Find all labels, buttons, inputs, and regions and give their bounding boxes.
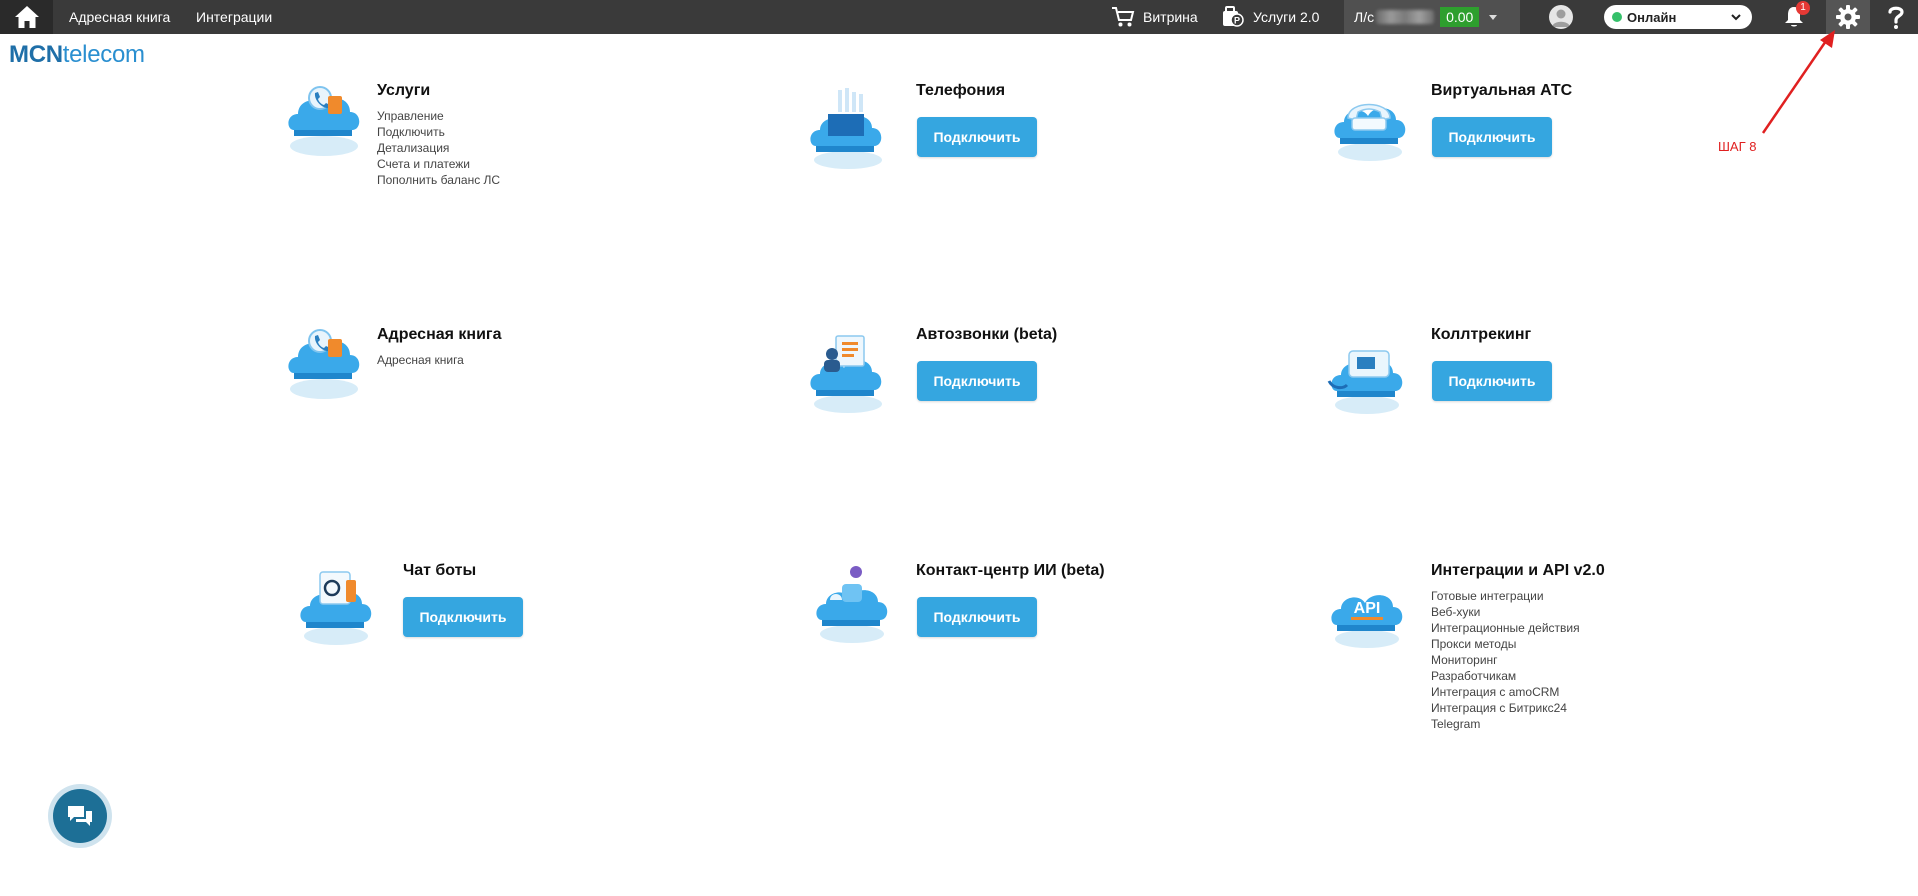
card-link-webhooks[interactable]: Веб-хуки <box>1431 604 1580 620</box>
notifications-badge: 1 <box>1796 1 1810 15</box>
account-caret-icon[interactable] <box>1489 14 1498 20</box>
svg-text:API: API <box>1354 600 1381 617</box>
connect-button-autocalls[interactable]: Подключить <box>917 361 1037 401</box>
card-link-manage[interactable]: Управление <box>377 108 500 124</box>
cloud-server-icon <box>810 88 882 169</box>
cloud-phone-icon <box>288 329 360 399</box>
card-link-connect[interactable]: Подключить <box>377 124 500 140</box>
card-links: Адресная книга <box>377 352 464 368</box>
card-link-ready-integrations[interactable]: Готовые интеграции <box>1431 588 1580 604</box>
card-link-details[interactable]: Детализация <box>377 140 500 156</box>
logo-bold-part: MCN <box>9 41 63 68</box>
card-links: Готовые интеграции Веб-хуки Интеграционн… <box>1431 588 1580 732</box>
card-link-monitoring[interactable]: Мониторинг <box>1431 652 1580 668</box>
account-label: Л/с <box>1354 9 1375 25</box>
online-status-dot <box>1612 12 1622 22</box>
top-navigation-bar: Адресная книга Интеграции Витрина P Услу… <box>0 0 1918 34</box>
card-link-amocrm[interactable]: Интеграция с amoCRM <box>1431 684 1580 700</box>
connect-button-chat-bots[interactable]: Подключить <box>403 597 523 637</box>
card-title: Услуги <box>377 82 431 99</box>
nav-integrations[interactable]: Интеграции <box>196 0 272 34</box>
account-selector[interactable]: Л/с 0.00 <box>1344 0 1520 34</box>
cloud-telephone-icon <box>1334 103 1406 161</box>
card-link-telegram[interactable]: Telegram <box>1431 716 1580 732</box>
avatar-icon <box>1552 9 1570 27</box>
cloud-chat-icon <box>300 571 372 645</box>
card-link-bitrix24[interactable]: Интеграция с Битрикс24 <box>1431 700 1580 716</box>
showcase-link[interactable]: Витрина <box>1111 0 1198 34</box>
card-link-invoices[interactable]: Счета и платежи <box>377 156 500 172</box>
services-2-link[interactable]: P Услуги 2.0 <box>1221 0 1319 34</box>
annotation-arrow <box>1761 30 1835 134</box>
support-chat-inner <box>53 789 107 843</box>
notifications-button[interactable]: 1 <box>1782 1 1810 32</box>
card-links: Управление Подключить Детализация Счета … <box>377 108 500 188</box>
card-link-developers[interactable]: Разработчикам <box>1431 668 1580 684</box>
connect-button-calltracking[interactable]: Подключить <box>1432 361 1552 401</box>
connect-button-telephony[interactable]: Подключить <box>917 117 1037 157</box>
home-button[interactable] <box>0 0 53 34</box>
svg-text:P: P <box>1234 16 1240 26</box>
card-title: Виртуальная АТС <box>1431 82 1573 99</box>
card-title: Телефония <box>916 82 1006 99</box>
gear-icon <box>1836 5 1860 29</box>
status-dropdown[interactable]: Онлайн <box>1604 5 1752 29</box>
annotation-step-label: ШАГ 8 <box>1718 139 1757 154</box>
card-title: Коллтрекинг <box>1431 326 1532 343</box>
cloud-ai-icon <box>816 566 888 643</box>
settings-button[interactable] <box>1826 0 1870 34</box>
card-link-proxy-methods[interactable]: Прокси методы <box>1431 636 1580 652</box>
chevron-down-icon <box>1731 14 1741 21</box>
cloud-phone-icon <box>288 86 360 156</box>
card-link-top-up[interactable]: Пополнить баланс ЛС <box>377 172 500 188</box>
support-chat-button[interactable] <box>48 784 112 848</box>
card-title: Контакт-центр ИИ (beta) <box>916 562 1105 579</box>
help-button[interactable] <box>1874 0 1918 34</box>
account-balance: 0.00 <box>1440 7 1480 27</box>
nav-address-book[interactable]: Адресная книга <box>69 0 170 34</box>
status-label: Онлайн <box>1627 9 1677 25</box>
card-title: Чат боты <box>403 562 477 579</box>
card-title: Интеграции и API v2.0 <box>1431 562 1605 579</box>
card-link-integration-actions[interactable]: Интеграционные действия <box>1431 620 1580 636</box>
cloud-api-icon: API <box>1331 595 1403 648</box>
chat-icon <box>68 806 92 826</box>
account-number-blurred <box>1376 10 1435 24</box>
card-title: Адресная книга <box>377 326 502 343</box>
cloud-operator-icon <box>810 335 882 413</box>
cloud-device-icon <box>1327 350 1403 414</box>
home-icon <box>14 6 39 28</box>
mcntelecom-logo[interactable]: MCNtelecom <box>9 41 145 69</box>
connect-button-virtual-pbx[interactable]: Подключить <box>1432 117 1552 157</box>
services-2-label: Услуги 2.0 <box>1253 9 1320 25</box>
card-title: Автозвонки (beta) <box>916 326 1058 343</box>
showcase-label: Витрина <box>1143 9 1198 25</box>
help-icon <box>1888 6 1904 29</box>
services-icon: P <box>1223 6 1244 27</box>
cart-icon <box>1112 7 1135 27</box>
card-link-address-book[interactable]: Адресная книга <box>377 352 464 368</box>
connect-button-ai-contact-center[interactable]: Подключить <box>917 597 1037 637</box>
user-avatar[interactable] <box>1549 5 1573 29</box>
logo-regular-part: telecom <box>62 41 145 68</box>
